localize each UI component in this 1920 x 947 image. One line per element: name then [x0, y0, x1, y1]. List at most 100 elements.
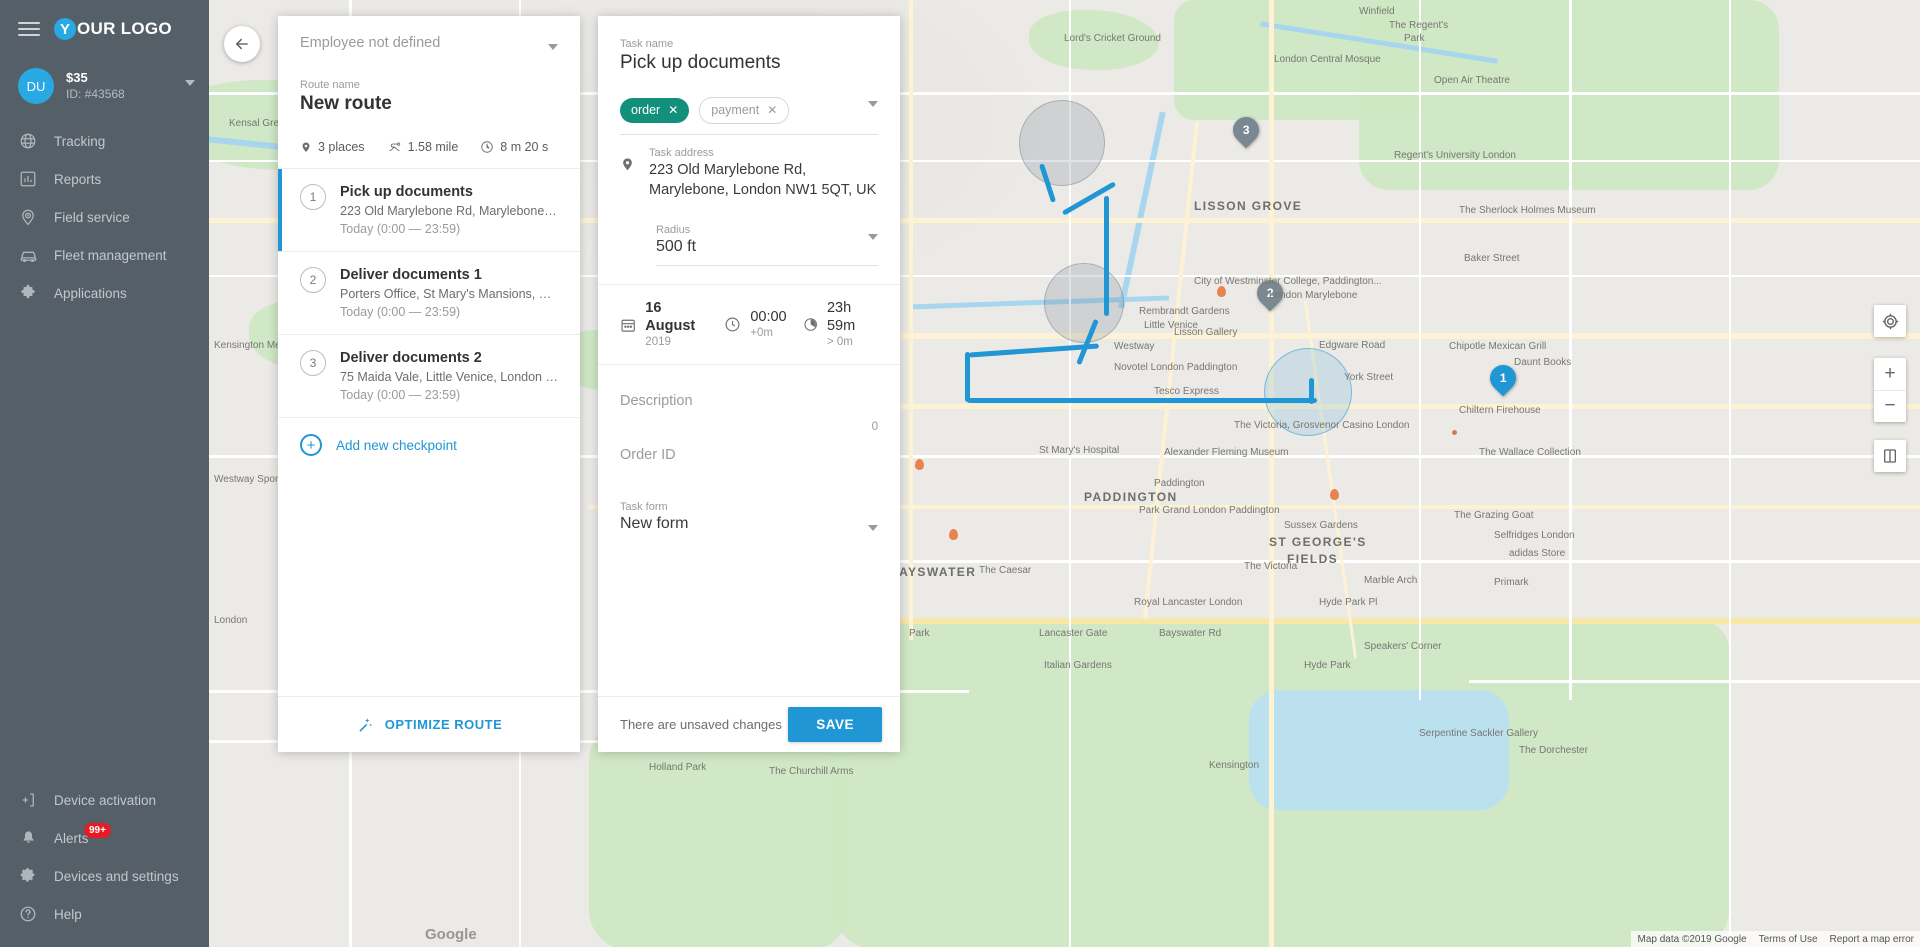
chevron-down-icon[interactable]	[185, 80, 195, 86]
app-logo[interactable]: Y OUR LOGO	[54, 18, 172, 40]
back-button[interactable]	[224, 26, 260, 62]
app-root: 3 2 1 LISSON GROVE PADDINGTON ST GEORGE'S F…	[0, 0, 1920, 947]
my-location-button[interactable]	[1874, 305, 1906, 337]
map-label: Sussex Gardens	[1284, 520, 1358, 531]
sidebar-item-label: Tracking	[54, 133, 106, 149]
sidebar-item-alerts[interactable]: Alerts 99+	[0, 819, 209, 857]
task-duration[interactable]: 23h 59m > 0m	[803, 299, 878, 350]
map-label: The Regent's	[1389, 20, 1449, 31]
task-name-field[interactable]: Task name Pick up documents	[598, 16, 900, 83]
route-segment	[1104, 196, 1109, 316]
stat-places-label: 3 places	[318, 140, 365, 154]
duration-clock-icon	[804, 318, 817, 331]
employee-placeholder: Employee not defined	[300, 35, 441, 51]
checkpoint-item-2[interactable]: 2 Deliver documents 1 Porters Office, St…	[278, 251, 580, 334]
sidebar-item-label: Alerts	[54, 830, 89, 846]
chevron-down-icon[interactable]	[868, 525, 878, 531]
tag-order[interactable]: order ✕	[620, 98, 690, 123]
order-id-field[interactable]: Order ID	[598, 439, 900, 473]
close-icon[interactable]: ✕	[767, 102, 777, 119]
pin-clock-icon	[18, 207, 38, 227]
chevron-down-icon[interactable]	[868, 234, 878, 240]
checkpoint-title: Deliver documents 1	[340, 267, 482, 283]
zoom-in-button[interactable]: +	[1874, 358, 1906, 391]
save-button[interactable]: SAVE	[788, 707, 882, 742]
employee-select[interactable]: Employee not defined	[278, 16, 580, 65]
map-road	[1569, 0, 1572, 700]
sidebar-item-field-service[interactable]: Field service	[0, 198, 209, 236]
description-field[interactable]: Description	[598, 383, 900, 417]
map-label: Chiltern Firehouse	[1459, 405, 1541, 416]
map-label: Lord's Cricket Ground	[1064, 33, 1161, 44]
bar-chart-icon	[18, 169, 38, 189]
map-label: Hyde Park Pl	[1319, 597, 1378, 608]
sidebar-item-devices-and-settings[interactable]: Devices and settings	[0, 857, 209, 895]
task-tags[interactable]: order ✕ payment ✕	[620, 83, 878, 135]
sidebar-item-fleet-management[interactable]: Fleet management	[0, 236, 209, 274]
map-road-major	[1269, 0, 1274, 947]
route-name-value: New route	[300, 93, 392, 114]
chevron-down-icon[interactable]	[868, 101, 878, 107]
task-panel: Task name Pick up documents order ✕ paym…	[598, 16, 900, 752]
map-label: Lancaster Gate	[1039, 628, 1108, 639]
task-panel-body: Task name Pick up documents order ✕ paym…	[598, 16, 900, 696]
map-label: London Central Mosque	[1274, 54, 1381, 65]
report-map-error-link[interactable]: Report a map error	[1830, 934, 1914, 945]
task-date-sub: 2019	[645, 336, 671, 348]
route-segment	[965, 352, 970, 402]
sidebar-item-device-activation[interactable]: Device activation	[0, 781, 209, 819]
route-name-field[interactable]: Route name New route	[278, 65, 580, 124]
optimize-route-button[interactable]: OPTIMIZE ROUTE	[278, 716, 580, 734]
task-address-field[interactable]: Task address 223 Old Marylebone Rd, Mary…	[649, 135, 878, 210]
checkpoint-number: 3	[300, 350, 326, 376]
hamburger-menu-icon[interactable]	[18, 22, 40, 36]
checkpoint-item-3[interactable]: 3 Deliver documents 2 75 Maida Vale, Lit…	[278, 334, 580, 417]
logo-badge-icon: Y	[54, 18, 76, 40]
sidebar-item-reports[interactable]: Reports	[0, 160, 209, 198]
description-placeholder: Description	[620, 393, 693, 409]
map-marker-3[interactable]: 3	[1227, 111, 1265, 151]
sidebar-item-label: Fleet management	[54, 247, 167, 263]
map-label: Chipotle Mexican Grill	[1449, 341, 1547, 352]
user-account-block[interactable]: DU $35 ID: #43568	[0, 58, 209, 122]
task-form-field[interactable]: Task form New form	[598, 487, 900, 542]
add-new-checkpoint-button[interactable]: + Add new checkpoint	[278, 417, 580, 472]
route-panel-footer: OPTIMIZE ROUTE	[278, 696, 580, 752]
map-road	[1469, 680, 1920, 683]
map-layers-button[interactable]	[1874, 440, 1906, 472]
datetime-row: 16 August 2019 00:00 +0m 23h 59m > 0m	[598, 284, 900, 365]
map-label: The Victoria, Grosvenor Casino London	[1234, 420, 1410, 431]
task-address-row[interactable]: Task address 223 Old Marylebone Rd, Mary…	[598, 135, 900, 210]
chevron-down-icon[interactable]	[548, 44, 558, 50]
map-marker-1[interactable]: 1	[1484, 359, 1522, 399]
task-form-label: Task form	[620, 501, 668, 513]
close-icon[interactable]: ✕	[668, 102, 678, 119]
map-label: Little Venice	[1144, 320, 1198, 331]
map-label: Italian Gardens	[1044, 660, 1112, 671]
sidebar-item-tracking[interactable]: Tracking	[0, 122, 209, 160]
radius-field[interactable]: Radius 500 ft	[598, 210, 900, 266]
task-time[interactable]: 00:00 +0m	[724, 308, 787, 341]
sidebar-item-help[interactable]: Help	[0, 895, 209, 933]
zoom-out-button[interactable]: −	[1874, 391, 1906, 423]
map-label: Edgware Road	[1319, 340, 1386, 351]
description-counter: 0	[871, 421, 878, 433]
radius-value: 500 ft	[656, 238, 697, 255]
checkpoint-item-1[interactable]: 1 Pick up documents 223 Old Marylebone R…	[278, 168, 580, 251]
map-label: adidas Store	[1509, 548, 1566, 559]
calendar-icon	[621, 319, 635, 332]
route-panel: Employee not defined Route name New rout…	[278, 16, 580, 752]
checkpoint-address: 223 Old Marylebone Rd, Marylebone, Londo…	[340, 204, 558, 218]
task-date-main: 16 August	[645, 300, 696, 334]
map-label: ST GEORGE'S	[1269, 535, 1367, 549]
tag-payment[interactable]: payment ✕	[699, 97, 790, 124]
map-label: Daunt Books	[1514, 357, 1572, 368]
sidebar-item-label: Help	[54, 906, 82, 922]
route-panel-body: Employee not defined Route name New rout…	[278, 16, 580, 696]
task-date[interactable]: 16 August 2019	[620, 299, 708, 350]
sidebar-item-applications[interactable]: Applications	[0, 274, 209, 312]
map-label: BAYSWATER	[889, 565, 977, 579]
map-water-body	[1249, 690, 1509, 810]
zoom-controls[interactable]: + −	[1874, 358, 1906, 422]
terms-of-use-link[interactable]: Terms of Use	[1759, 934, 1818, 945]
